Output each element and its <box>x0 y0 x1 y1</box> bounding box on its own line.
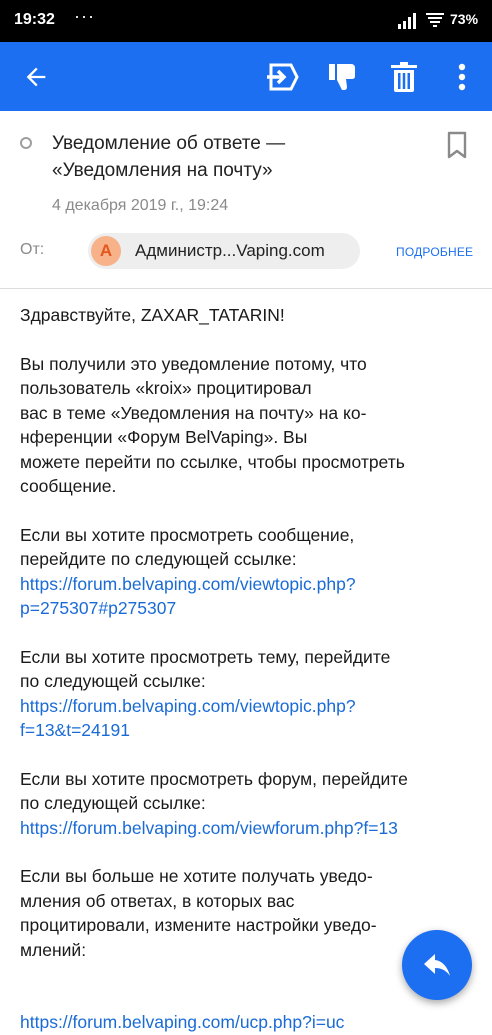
settings-link[interactable]: https://forum.belvaping.com/ucp.php?i=uc <box>20 1010 480 1035</box>
subject-line: Уведомление об ответе — <box>52 133 286 154</box>
back-arrow-icon <box>26 67 46 86</box>
post-link[interactable]: https://forum.belvaping.com/viewtopic.ph… <box>20 572 480 597</box>
body-line: можете перейти по ссылке, чтобы просмотр… <box>20 451 405 472</box>
topic-link[interactable]: f=13&t=24191 <box>20 718 480 743</box>
sender-chip[interactable]: A Администр...Vaping.com <box>88 233 360 269</box>
delete-button[interactable] <box>376 42 432 111</box>
forum-link[interactable]: https://forum.belvaping.com/viewforum.ph… <box>20 816 480 841</box>
more-vert-icon <box>458 63 466 90</box>
body-line: Если вы хотите просмотреть тему, перейди… <box>20 646 391 667</box>
back-button[interactable] <box>8 42 64 111</box>
bookmark-icon[interactable] <box>444 130 470 160</box>
battery-percent: 73% <box>450 11 479 27</box>
topic-link[interactable]: https://forum.belvaping.com/viewtopic.ph… <box>20 694 480 719</box>
move-to-folder-icon <box>267 63 299 90</box>
trash-icon <box>391 61 417 92</box>
subject-line: «Уведомления на почту» <box>52 160 273 181</box>
message-subject: Уведомление об ответе — «Уведомления на … <box>52 130 412 184</box>
from-label: От: <box>20 241 45 258</box>
post-link[interactable]: p=275307#p275307 <box>20 596 480 621</box>
body-line: мления об ответах, в которых вас <box>20 890 295 911</box>
sender-name: Администр...Vaping.com <box>135 241 325 260</box>
body-line: Если вы хотите просмотреть сообщение, <box>20 524 355 545</box>
notification-dots-icon: ··· <box>74 6 95 26</box>
body-line: Если вы хотите просмотреть форум, перейд… <box>20 768 408 789</box>
signal-icon <box>398 13 416 29</box>
app-bar <box>0 42 492 111</box>
details-link[interactable]: ПОДРОБНЕЕ <box>396 245 473 259</box>
reply-button[interactable] <box>402 930 472 1000</box>
reply-icon <box>424 954 450 976</box>
status-bar: 19:32 ··· 73% <box>0 0 492 42</box>
message-body: Здравствуйте, ZAXAR_TATARIN! Вы получили… <box>20 303 480 1035</box>
body-line: по следующей ссылке: <box>20 671 206 691</box>
move-to-folder-button[interactable] <box>254 42 310 111</box>
body-line: вас в теме «Уведомления на почту» на ко- <box>20 402 367 423</box>
message-date: 4 декабря 2019 г., 19:24 <box>52 197 229 214</box>
more-options-button[interactable] <box>434 42 490 111</box>
spam-button[interactable] <box>314 42 370 111</box>
body-line: пользователь «kroix» процитировал <box>20 378 312 398</box>
body-line: Вы получили это уведомление потому, что <box>20 353 367 374</box>
greeting: Здравствуйте, ZAXAR_TATARIN! <box>20 305 285 325</box>
body-line: процитировали, измените настройки уведо- <box>20 915 377 935</box>
sender-avatar: A <box>91 236 121 266</box>
thumbs-down-icon <box>329 63 355 90</box>
status-time: 19:32 <box>14 11 55 28</box>
body-line: перейдите по следующей ссылке: <box>20 549 297 569</box>
unread-status-icon[interactable] <box>20 137 32 149</box>
body-line: по следующей ссылке: <box>20 793 206 813</box>
body-line: нференции «Форум BelVaping». Вы <box>20 427 308 447</box>
wifi-icon <box>426 13 444 27</box>
body-line: Если вы больше не хотите получать уведо- <box>20 866 373 886</box>
body-line: сообщение. <box>20 476 117 496</box>
